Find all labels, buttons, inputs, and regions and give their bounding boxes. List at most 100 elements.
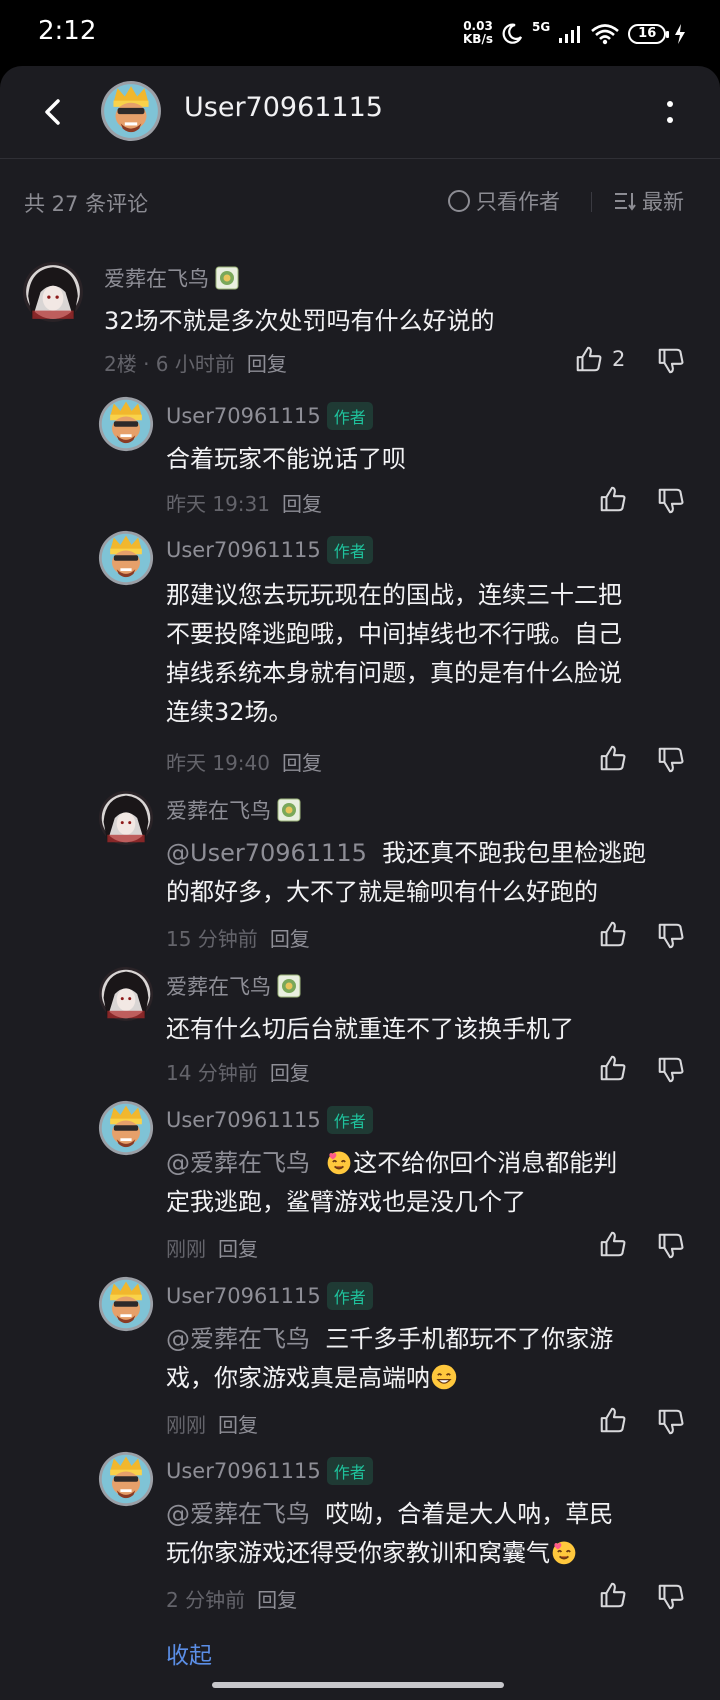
avatar[interactable] [100,80,162,142]
status-icons: 5G 16 [500,18,686,50]
reply-button[interactable]: 回复 [270,1061,310,1085]
level-badge-icon [215,266,239,290]
radio-icon [448,190,470,212]
thumbs-up-icon[interactable] [598,743,628,773]
comment-author[interactable]: User70961115 作者 [166,1282,373,1310]
comment-line: 不要投降逃跑哦，中间掉线也不行哦。自己 [166,620,622,648]
reply-button[interactable]: 回复 [247,352,287,376]
comment-time: 2 分钟前 [166,1588,246,1612]
comment-author-name: User70961115 [166,404,321,428]
comment-author[interactable]: User70961115 作者 [166,1106,373,1134]
comment-author[interactable]: User70961115 作者 [166,402,373,430]
sort-button[interactable]: 最新 [614,186,684,216]
thumbs-down-icon[interactable] [656,1231,686,1261]
comment-count: 共 27 条评论 [24,192,149,216]
mention-link[interactable]: @爱葬在飞鸟 [166,1500,310,1528]
status-bar: 2:12 0.03 KB/s 5G 16 [0,0,720,66]
comment-author-name: 爱葬在飞鸟 [104,267,209,291]
thumbs-up-icon[interactable] [598,484,628,514]
mention-link[interactable]: @爱葬在飞鸟 [166,1325,310,1353]
comment-meta: 2 分钟前 回复 [166,1584,297,1613]
thumbs-down-icon[interactable] [656,745,686,775]
page-title: User70961115 [184,92,383,123]
comment-text: @爱葬在飞鸟 哎呦，合着是大人呐，草民 玩你家游戏还得受你家教训和窝囊气 [166,1495,613,1573]
comment-time: 14 分钟前 [166,1061,258,1085]
reply-button[interactable]: 回复 [257,1588,297,1612]
thumbs-down-icon[interactable] [656,346,686,376]
thumbs-down-icon[interactable] [656,1407,686,1437]
comment-meta: 昨天 19:31 回复 [166,488,322,517]
mention-link[interactable]: @爱葬在飞鸟 [166,1149,310,1177]
avatar[interactable] [98,790,154,846]
comment-author[interactable]: User70961115 作者 [166,536,373,564]
comment-text: 合着玩家不能说话了呗 [166,440,406,479]
avatar[interactable] [98,966,154,1022]
comment-line: 掉线系统本身就有问题，真的是有什么脸说 [166,659,622,687]
collapse-button[interactable]: 收起 [166,1636,212,1670]
comment-line: 合着玩家不能说话了呗 [166,445,406,473]
avatar[interactable] [22,261,84,323]
thumbs-down-icon[interactable] [656,486,686,516]
thumbs-up-icon[interactable] [598,1580,628,1610]
author-only-toggle[interactable]: 只看作者 [448,186,560,216]
comment-meta: 昨天 19:40 回复 [166,747,322,776]
thumbs-up-icon[interactable] [598,1405,628,1435]
comment-sheet: User70961115 共 27 条评论 只看作者 最新 爱葬在飞鸟 32场不… [0,66,720,1700]
avatar[interactable] [98,1451,154,1507]
moon-icon [502,23,523,44]
comment-line: @User70961115 我还真不跑我包里检逃跑 [166,834,646,873]
thumbs-up-icon[interactable] [598,919,628,949]
comment-text: 32场不就是多次处罚吗有什么好说的 [104,302,495,341]
sort-list-icon [615,193,636,211]
comment-meta: 刚刚 回复 [166,1409,258,1438]
comment-meta: 2楼 · 6 小时前 回复 [104,348,287,377]
avatar[interactable] [98,1100,154,1156]
like-button[interactable]: 2 [574,344,625,374]
charging-icon [675,24,686,44]
comment-time: 刚刚 [166,1237,206,1261]
comment-author[interactable]: User70961115 作者 [166,1457,373,1485]
thumbs-up-icon[interactable] [598,1229,628,1259]
thumbs-up-icon [574,344,604,374]
reply-button[interactable]: 回复 [270,927,310,951]
network-speed: 0.03 KB/s [463,20,493,46]
avatar[interactable] [98,1276,154,1332]
back-arrow-icon[interactable] [34,92,74,132]
comment-time: 刚刚 [166,1413,206,1437]
comment-line: 的都好多，大不了就是输呗有什么好跑的 [166,878,598,906]
thumbs-down-icon[interactable] [656,1055,686,1085]
comment-author-name: User70961115 [166,1459,321,1483]
comment-time: 15 分钟前 [166,927,258,951]
comment-author-name: User70961115 [166,1284,321,1308]
header: User70961115 [0,66,720,159]
thumbs-up-icon[interactable] [598,1053,628,1083]
author-badge: 作者 [326,1282,373,1310]
comment-author-name: User70961115 [166,1108,321,1132]
mention-link[interactable]: @User70961115 [166,839,367,867]
comment-time: 昨天 19:40 [166,751,270,775]
comment-line: 连续32场。 [166,698,293,726]
reply-button[interactable]: 回复 [282,492,322,516]
comment-line: @爱葬在飞鸟 哎呦，合着是大人呐，草民 [166,1495,613,1534]
thumbs-down-icon[interactable] [656,1582,686,1612]
comment-line: @爱葬在飞鸟 这不给你回个消息都能判 [166,1144,617,1183]
comment-author-name: 爱葬在飞鸟 [166,799,271,823]
comment-meta: 刚刚 回复 [166,1233,258,1262]
reply-button[interactable]: 回复 [218,1237,258,1261]
level-badge-icon [277,798,301,822]
reply-button[interactable]: 回复 [282,751,322,775]
network-type: 5G [532,20,551,34]
home-indicator[interactable] [212,1682,504,1688]
reply-button[interactable]: 回复 [218,1413,258,1437]
comment-line: 还有什么切后台就重连不了该换手机了 [166,1015,574,1043]
comment-author[interactable]: 爱葬在飞鸟 [166,971,301,1001]
thumbs-down-icon[interactable] [656,921,686,951]
comment-line: 定我逃跑，鲨臂游戏也是没几个了 [166,1188,526,1216]
author-badge: 作者 [326,1457,373,1485]
avatar[interactable] [98,530,154,586]
comment-author[interactable]: 爱葬在飞鸟 [166,795,301,825]
more-vertical-icon[interactable] [652,94,688,130]
comment-author[interactable]: 爱葬在飞鸟 [104,263,239,293]
comment-author-name: 爱葬在飞鸟 [166,975,271,999]
avatar[interactable] [98,396,154,452]
